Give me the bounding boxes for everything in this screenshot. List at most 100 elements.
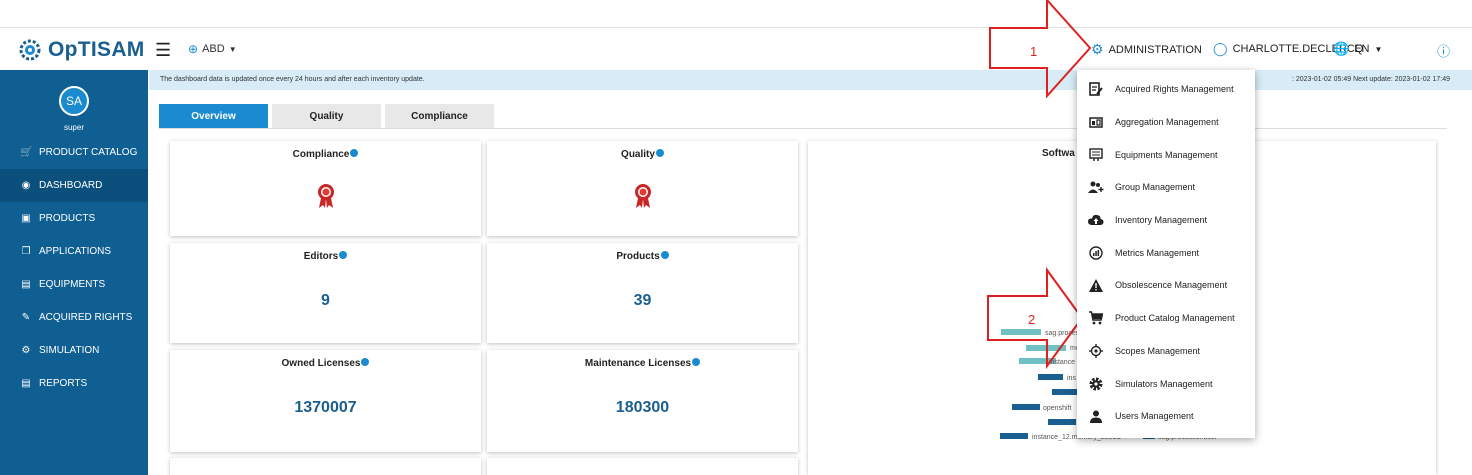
- menu-item-metrics[interactable]: Metrics Management: [1077, 236, 1255, 269]
- administration-menu[interactable]: ⚙ ADMINISTRATION: [1091, 41, 1202, 58]
- menu-item-acquired-rights[interactable]: Acquired Rights Management: [1077, 73, 1255, 106]
- gear-icon: [1088, 377, 1104, 391]
- card-title: Products: [616, 251, 660, 262]
- language-label: EN: [1354, 43, 1370, 55]
- scope-selector[interactable]: ⊕ ABD ▼: [188, 42, 237, 56]
- menu-item-label: Equipments Management: [1115, 149, 1218, 160]
- tab-overview[interactable]: Overview: [159, 104, 268, 128]
- menu-item-label: Users Management: [1115, 411, 1194, 422]
- sidebar-item-label: REPORTS: [39, 378, 88, 389]
- administration-label: ADMINISTRATION: [1108, 43, 1202, 56]
- sidebar-item-label: ACQUIRED RIGHTS: [39, 312, 133, 323]
- group-add-icon: [1088, 181, 1104, 194]
- chart-bar: [1038, 374, 1063, 380]
- card-partial: [487, 458, 798, 475]
- compliance-card[interactable]: Compliance: [170, 141, 481, 236]
- caret-down-icon: ▼: [228, 44, 237, 54]
- chart-bar-label: openshift: [1043, 405, 1071, 412]
- annotation-label-2: 2: [1028, 312, 1036, 327]
- cart-icon: 🛒: [20, 147, 33, 158]
- applications-icon: ❐: [21, 246, 31, 257]
- sidebar-item-label: PRODUCT CATALOG: [39, 147, 138, 158]
- cart-icon: [1088, 311, 1104, 325]
- tab-compliance[interactable]: Compliance: [385, 104, 494, 128]
- menu-item-label: Inventory Management: [1115, 215, 1208, 226]
- update-message: The dashboard data is updated once every…: [160, 76, 425, 83]
- dashboard-info-bar: The dashboard data is updated once every…: [149, 70, 1472, 90]
- user-circle-icon: ◯: [1213, 41, 1228, 56]
- card-title: Compliance: [292, 149, 350, 160]
- info-icon[interactable]: [692, 358, 701, 366]
- chart-bar: [1012, 404, 1040, 410]
- card-title: Quality: [621, 149, 655, 160]
- sidebar-item-equipments[interactable]: ▤ EQUIPMENTS: [0, 268, 148, 301]
- dashboard-icon: ◉: [21, 180, 31, 191]
- username: super: [63, 123, 84, 132]
- sidebar-item-products[interactable]: ▣ PRODUCTS: [0, 202, 148, 235]
- editors-count: 9: [321, 292, 330, 309]
- menu-item-label: Scopes Management: [1115, 345, 1201, 356]
- edit-doc-icon: ✎: [21, 312, 31, 323]
- quality-card[interactable]: Quality: [487, 141, 798, 236]
- menu-item-aggregation[interactable]: Aggregation Management: [1077, 106, 1255, 139]
- info-icon[interactable]: [660, 251, 669, 259]
- box-icon: ▣: [21, 213, 31, 224]
- top-header: OpTISAM ☰ ⊕ ABD ▼ ⚙ ADMINISTRATION ◯ CHA…: [0, 27, 1472, 71]
- medal-icon: [317, 184, 334, 208]
- sidebar-item-label: APPLICATIONS: [39, 246, 112, 257]
- sidebar-item-dashboard[interactable]: ◉ DASHBOARD: [0, 169, 148, 202]
- menu-item-group[interactable]: Group Management: [1077, 171, 1255, 204]
- maintenance-licenses-count: 180300: [615, 399, 670, 416]
- menu-item-product-catalog[interactable]: Product Catalog Management: [1077, 302, 1255, 335]
- target-icon: ⊕: [188, 42, 199, 56]
- admin-users-icon: ⚙: [1091, 41, 1104, 57]
- sidebar-item-applications[interactable]: ❐ APPLICATIONS: [0, 235, 148, 268]
- menu-item-obsolescence[interactable]: Obsolescence Management: [1077, 269, 1255, 302]
- products-card[interactable]: Products 39: [487, 243, 798, 343]
- owned-licenses-card[interactable]: Owned Licenses 1370007: [170, 350, 481, 452]
- sidebar-item-product-catalog[interactable]: 🛒 PRODUCT CATALOG: [0, 136, 148, 169]
- card-title: Owned Licenses: [281, 358, 361, 369]
- menu-item-label: Group Management: [1115, 182, 1196, 193]
- menu-item-inventory[interactable]: Inventory Management: [1077, 204, 1255, 237]
- annotation-label-1: 1: [1030, 44, 1038, 59]
- sidebar-item-label: EQUIPMENTS: [39, 279, 106, 290]
- menu-toggle-icon[interactable]: ☰: [155, 40, 171, 61]
- menu-item-label: Obsolescence Management: [1115, 280, 1228, 291]
- card-title: Maintenance Licenses: [584, 358, 692, 369]
- info-icon[interactable]: [339, 251, 348, 259]
- maintenance-licenses-card[interactable]: Maintenance Licenses 180300: [487, 350, 798, 452]
- menu-item-label: Acquired Rights Management: [1115, 84, 1234, 95]
- user-icon: [1088, 410, 1104, 423]
- tab-quality[interactable]: Quality: [272, 104, 381, 128]
- info-icon[interactable]: [655, 149, 664, 157]
- user-block: SA super: [0, 70, 148, 136]
- sidebar-item-label: SIMULATION: [39, 345, 100, 356]
- sidebar-item-simulation[interactable]: ⚙ SIMULATION: [0, 334, 148, 367]
- globe-icon: 🌐: [1333, 41, 1350, 56]
- app-logo[interactable]: OpTISAM: [0, 28, 148, 71]
- menu-item-users[interactable]: Users Management: [1077, 400, 1255, 433]
- editors-card[interactable]: Editors 9: [170, 243, 481, 343]
- language-selector[interactable]: 🌐 EN ▼: [1333, 41, 1382, 57]
- chart-bar: [1048, 419, 1076, 425]
- sidebar-item-acquired-rights[interactable]: ✎ ACQUIRED RIGHTS: [0, 301, 148, 334]
- gear-icon: ⚙: [21, 345, 31, 356]
- target-icon: [1088, 343, 1104, 358]
- sidebar-item-reports[interactable]: ▤ REPORTS: [0, 367, 148, 400]
- metrics-icon: [1088, 246, 1104, 260]
- info-icon[interactable]: [350, 149, 359, 157]
- chart-bar: [1001, 329, 1041, 335]
- menu-item-scopes[interactable]: Scopes Management: [1077, 335, 1255, 368]
- avatar[interactable]: SA: [59, 86, 89, 116]
- help-icon[interactable]: ⓘ: [1437, 41, 1450, 60]
- info-icon[interactable]: [361, 358, 370, 366]
- menu-item-equipments[interactable]: Equipments Management: [1077, 138, 1255, 171]
- sidebar-item-label: PRODUCTS: [39, 213, 96, 224]
- sidebar-item-label: DASHBOARD: [39, 180, 103, 191]
- menu-item-simulators[interactable]: Simulators Management: [1077, 367, 1255, 400]
- products-count: 39: [633, 292, 652, 309]
- card-title: Editors: [303, 251, 339, 262]
- chart-bar: [1000, 433, 1028, 439]
- warning-icon: [1088, 278, 1104, 292]
